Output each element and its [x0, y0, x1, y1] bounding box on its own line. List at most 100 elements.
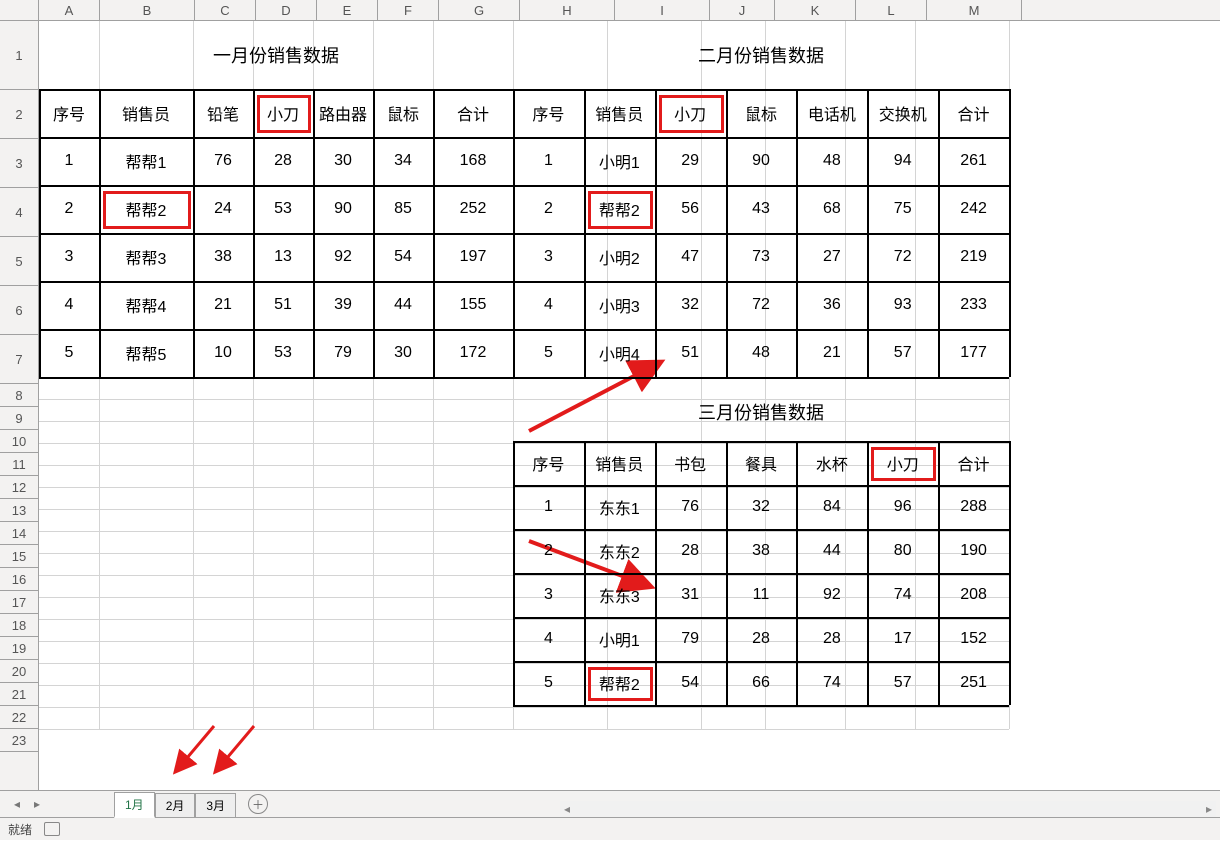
t2-r4-c0: 2	[513, 185, 584, 233]
arrow-annotation-3	[164, 721, 224, 781]
t1-r3-c6: 168	[433, 137, 513, 185]
t1-r5-c1: 帮帮3	[99, 233, 193, 281]
row-header-19[interactable]: 19	[0, 637, 38, 660]
row-header-9[interactable]: 9	[0, 407, 38, 430]
sheet-nav-arrows[interactable]: ▸ ▸	[0, 797, 114, 811]
sheet-tab-1月[interactable]: 1月	[114, 792, 155, 818]
col-header-A[interactable]: A	[39, 0, 100, 20]
t2-r7-c5: 57	[867, 329, 938, 377]
col-header-I[interactable]: I	[615, 0, 710, 20]
row-header-11[interactable]: 11	[0, 453, 38, 476]
t3-r4-c0: 4	[513, 617, 584, 661]
new-sheet-button[interactable]: ＋	[248, 794, 268, 814]
t2-r5-c6: 219	[938, 233, 1009, 281]
row-header-13[interactable]: 13	[0, 499, 38, 522]
row-header-14[interactable]: 14	[0, 522, 38, 545]
t1-r6-c5: 44	[373, 281, 433, 329]
col-header-J[interactable]: J	[710, 0, 775, 20]
col-header-F[interactable]: F	[378, 0, 439, 20]
row-header-17[interactable]: 17	[0, 591, 38, 614]
t2-r3-c1: 小明1	[584, 137, 655, 185]
t1-r7-c5: 30	[373, 329, 433, 377]
t3-r2-c4: 44	[796, 529, 867, 573]
nav-next-icon[interactable]: ▸	[34, 797, 40, 811]
col-header-E[interactable]: E	[317, 0, 378, 20]
t1-r4-c2: 24	[193, 185, 253, 233]
row-header-15[interactable]: 15	[0, 545, 38, 568]
col-header-H[interactable]: H	[520, 0, 615, 20]
row-header-5[interactable]: 5	[0, 237, 38, 286]
t1-r5-c2: 38	[193, 233, 253, 281]
t2-r7-c1: 小明4	[584, 329, 655, 377]
row-header-23[interactable]: 23	[0, 729, 38, 752]
t2-r4-c2: 56	[655, 185, 726, 233]
t2-r3-c6: 261	[938, 137, 1009, 185]
col-header-D[interactable]: D	[256, 0, 317, 20]
t3-r1-c4: 84	[796, 485, 867, 529]
t2-r6-c4: 36	[796, 281, 867, 329]
t1-hdr-1: 销售员	[99, 89, 193, 137]
t1-r5-c4: 92	[313, 233, 373, 281]
t3-r3-c2: 31	[655, 573, 726, 617]
t2-r6-c2: 32	[655, 281, 726, 329]
row-header-1[interactable]: 1	[0, 21, 38, 90]
row-header-18[interactable]: 18	[0, 614, 38, 637]
t1-r7-c6: 172	[433, 329, 513, 377]
col-header-M[interactable]: M	[927, 0, 1022, 20]
t3-r3-c0: 3	[513, 573, 584, 617]
t2-hdr-3: 鼠标	[726, 89, 797, 137]
t2-r6-c6: 233	[938, 281, 1009, 329]
t3-r1-c3: 32	[726, 485, 797, 529]
row-header-6[interactable]: 6	[0, 286, 38, 335]
t3-r1-c1: 东东1	[584, 485, 655, 529]
t2-r7-c3: 48	[726, 329, 797, 377]
t2-r5-c0: 3	[513, 233, 584, 281]
t2-r4-c5: 75	[867, 185, 938, 233]
t2-r7-c0: 5	[513, 329, 584, 377]
sheet-tab-3月[interactable]: 3月	[195, 793, 236, 817]
t3-r5-c3: 66	[726, 661, 797, 705]
row-header-22[interactable]: 22	[0, 706, 38, 729]
horizontal-scrollbar[interactable]: ◂ ▸	[560, 801, 1216, 817]
t3-r1-c2: 76	[655, 485, 726, 529]
t3-r1-c0: 1	[513, 485, 584, 529]
select-all-corner[interactable]	[0, 0, 39, 20]
t2-r3-c0: 1	[513, 137, 584, 185]
t1-r4-c6: 252	[433, 185, 513, 233]
t2-r6-c1: 小明3	[584, 281, 655, 329]
t2-r6-c3: 72	[726, 281, 797, 329]
row-header-20[interactable]: 20	[0, 660, 38, 683]
row-header-2[interactable]: 2	[0, 90, 38, 139]
row-header-4[interactable]: 4	[0, 188, 38, 237]
row-header-7[interactable]: 7	[0, 335, 38, 384]
row-header-10[interactable]: 10	[0, 430, 38, 453]
row-header-12[interactable]: 12	[0, 476, 38, 499]
row-header-8[interactable]: 8	[0, 384, 38, 407]
t1-hdr-6: 合计	[433, 89, 513, 137]
t1-r5-c3: 13	[253, 233, 313, 281]
t1-r3-c4: 30	[313, 137, 373, 185]
row-headers: 1234567891011121314151617181920212223	[0, 21, 39, 791]
t2-r6-c5: 93	[867, 281, 938, 329]
col-header-B[interactable]: B	[100, 0, 195, 20]
table1-title: 一月份销售数据	[39, 21, 513, 89]
col-header-C[interactable]: C	[195, 0, 256, 20]
col-header-K[interactable]: K	[775, 0, 856, 20]
nav-prev-icon[interactable]: ▸	[14, 797, 20, 811]
t2-r5-c5: 72	[867, 233, 938, 281]
row-header-21[interactable]: 21	[0, 683, 38, 706]
col-header-G[interactable]: G	[439, 0, 520, 20]
cells-canvas[interactable]: 一月份销售数据序号销售员铅笔小刀路由器鼠标合计1帮帮1762830341682帮…	[39, 21, 1220, 791]
col-header-L[interactable]: L	[856, 0, 927, 20]
t3-hdr-5: 小刀	[867, 441, 938, 485]
t3-r2-c5: 80	[867, 529, 938, 573]
t2-r3-c2: 29	[655, 137, 726, 185]
macro-record-icon[interactable]	[44, 822, 60, 836]
row-header-3[interactable]: 3	[0, 139, 38, 188]
sheet-tab-2月[interactable]: 2月	[155, 793, 196, 817]
t2-r7-c4: 21	[796, 329, 867, 377]
t1-r6-c2: 21	[193, 281, 253, 329]
t3-r2-c6: 190	[938, 529, 1009, 573]
row-header-16[interactable]: 16	[0, 568, 38, 591]
t3-r4-c4: 28	[796, 617, 867, 661]
